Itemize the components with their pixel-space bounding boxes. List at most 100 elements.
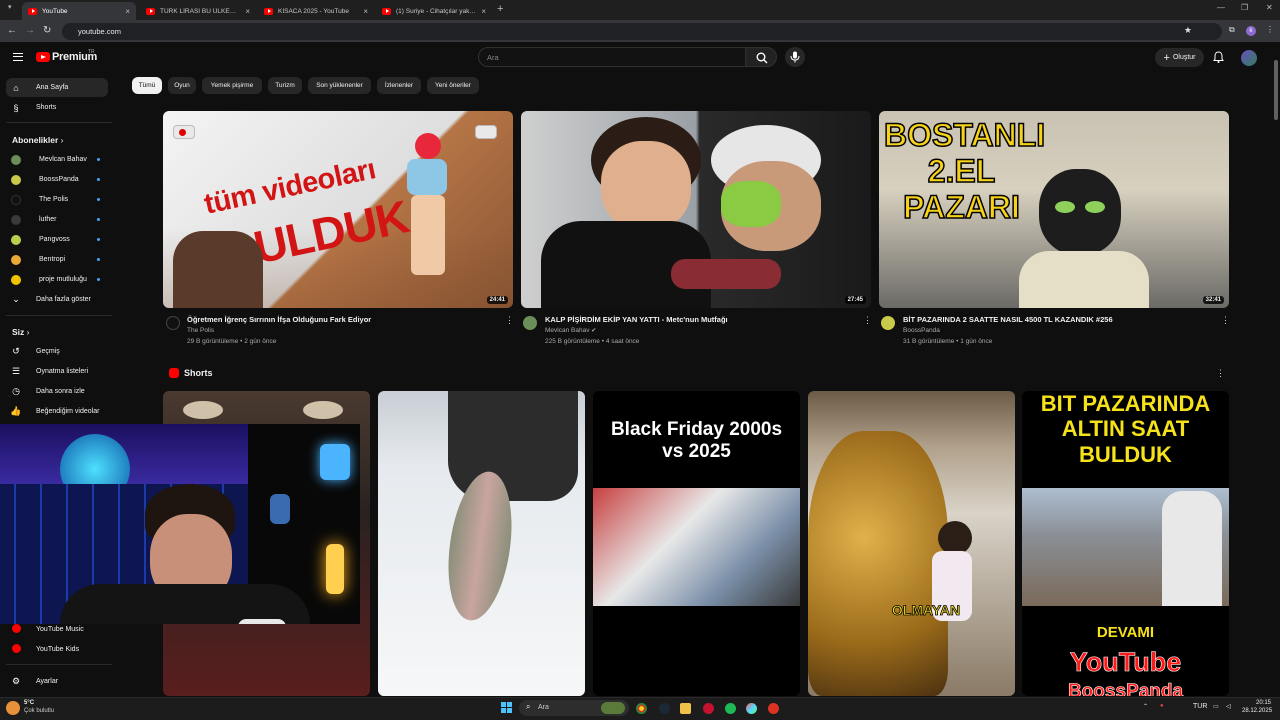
person-figure <box>1019 251 1149 308</box>
channel-name[interactable]: Mevlcan Bahav ✔ <box>545 327 596 334</box>
short-card[interactable]: OLMAYAN <box>808 391 1015 696</box>
tray-app-icon[interactable]: ● <box>1160 703 1164 709</box>
notifications-bell-icon[interactable] <box>1213 51 1224 66</box>
video-title[interactable]: Öğretmen İğrenç Sırrının İfşa Olduğunu F… <box>187 315 371 324</box>
chip-cooking[interactable]: Yemek pişirme <box>202 77 262 94</box>
browser-tab-4[interactable]: (1) Suriye - Cihatçılar yakından × <box>376 2 492 20</box>
new-tab-button[interactable]: + <box>497 3 503 15</box>
channel-avatar[interactable] <box>166 316 180 330</box>
page-scrollbar[interactable] <box>1274 60 1278 120</box>
sidebar-sub-item[interactable]: Pangvoss <box>6 230 108 249</box>
channel-avatar <box>11 194 21 205</box>
browser-tab-3[interactable]: KISACA 2025 - YouTube × <box>258 2 374 20</box>
clock-time[interactable]: 20:15 <box>1256 700 1271 706</box>
short-card[interactable]: BIT PAZARINDA ALTIN SAAT BULDUK DEVAMI Y… <box>1022 391 1229 696</box>
video-thumbnail[interactable]: 27:45 <box>521 111 871 308</box>
bookmark-star-icon[interactable]: ★ <box>1184 25 1192 36</box>
app-icon[interactable] <box>746 703 757 714</box>
thumbnail-text: BOSTANLI <box>883 117 1046 153</box>
close-tab-icon[interactable]: × <box>125 7 130 16</box>
sidebar-item-liked[interactable]: 👍 Beğendiğim videolar <box>6 402 108 421</box>
sidebar-sub-item[interactable]: proje mutluluğu <box>6 270 108 289</box>
language-indicator[interactable]: TUR <box>1193 703 1207 710</box>
channel-avatar <box>11 234 21 245</box>
youtube-favicon-icon <box>264 7 273 15</box>
tray-chevron-icon[interactable]: ⌃ <box>1143 703 1148 710</box>
windows-start-icon[interactable] <box>501 702 513 714</box>
chip-recently-uploaded[interactable]: Son yüklenenler <box>308 77 371 94</box>
back-icon[interactable]: ← <box>7 25 17 36</box>
chip-tourism[interactable]: Turizm <box>268 77 302 94</box>
sidebar-sub-item[interactable]: The Polis <box>6 190 108 209</box>
close-tab-icon[interactable]: × <box>363 7 368 16</box>
browser-tab-youtube[interactable]: YouTube × <box>22 2 136 20</box>
steam-icon[interactable] <box>659 703 670 714</box>
sidebar-sub-item[interactable]: Mevlcan Bahav <box>6 150 108 169</box>
video-title[interactable]: KALP PİŞİRDİM EKİP YAN YATTI - Metc'nun … <box>545 315 728 324</box>
weather-icon[interactable] <box>6 701 20 715</box>
sidebar-item-settings[interactable]: ⚙ Ayarlar <box>6 672 108 691</box>
subscriptions-heading[interactable]: Abonelikler › <box>12 135 64 145</box>
close-tab-icon[interactable]: × <box>481 7 486 16</box>
tab-search-icon[interactable]: ▾ <box>8 3 12 11</box>
voice-search-button[interactable] <box>785 47 805 67</box>
minimize-icon[interactable]: — <box>1217 3 1225 12</box>
sidebar-item-history[interactable]: ↺ Geçmiş <box>6 342 108 361</box>
menu-hamburger-icon[interactable] <box>13 53 23 61</box>
channel-avatar[interactable] <box>523 316 537 330</box>
short-card[interactable]: Black Friday 2000s vs 2025 <box>593 391 800 696</box>
close-window-icon[interactable]: ✕ <box>1266 3 1273 12</box>
search-input[interactable]: Ara <box>478 47 746 67</box>
more-options-icon[interactable]: ⋮ <box>1221 315 1230 326</box>
file-explorer-icon[interactable] <box>680 703 691 714</box>
address-bar[interactable]: youtube.com ★ <box>62 23 1222 40</box>
video-thumbnail[interactable]: tüm videoları BULDUK. 24:41 <box>163 111 513 308</box>
clock-date[interactable]: 28.12.2025 <box>1242 708 1272 714</box>
browser-menu-icon[interactable]: ⋮ <box>1266 25 1274 34</box>
person-figure <box>411 195 445 275</box>
chip-new-to-you[interactable]: Yeni öneriler <box>427 77 479 94</box>
show-more-button[interactable]: ⌄ Daha fazla göster <box>6 290 108 309</box>
short-card[interactable] <box>378 391 585 696</box>
reload-icon[interactable]: ↻ <box>43 25 51 36</box>
sidebar-item-home[interactable]: ⌂ Ana Sayfa <box>6 78 108 97</box>
more-options-icon[interactable]: ⋮ <box>505 315 514 326</box>
sidebar-item-watch-later[interactable]: ◷ Daha sonra izle <box>6 382 108 401</box>
chrome-icon[interactable] <box>636 703 647 714</box>
browser-profile-avatar[interactable]: k <box>1246 26 1256 36</box>
channel-name[interactable]: BoossPanda <box>903 327 940 334</box>
account-avatar[interactable] <box>1241 50 1257 66</box>
app-icon[interactable] <box>768 703 779 714</box>
sidebar-item-label: Daha fazla göster <box>36 296 91 303</box>
browser-tab-2[interactable]: TÜRK LİRASI BU ÜLKEDE ÇOK D × <box>140 2 256 20</box>
sidebar-sub-item[interactable]: Bentropi <box>6 250 108 269</box>
youtube-logo-icon[interactable] <box>36 52 50 62</box>
maximize-icon[interactable]: ❐ <box>1241 3 1248 12</box>
spotify-icon[interactable] <box>725 703 736 714</box>
you-heading[interactable]: Siz › <box>12 327 30 337</box>
create-button[interactable]: + Oluştur <box>1155 48 1204 67</box>
sidebar-sub-item[interactable]: BoossPanda <box>6 170 108 189</box>
chip-gaming[interactable]: Oyun <box>168 77 196 94</box>
taskbar-search-box[interactable]: ⌕ Ara <box>519 700 629 716</box>
opera-icon[interactable] <box>703 703 714 714</box>
search-button[interactable] <box>745 47 777 67</box>
video-thumbnail[interactable]: BOSTANLI 2.EL PAZARI 32:41 <box>879 111 1229 308</box>
sidebar-item-playlists[interactable]: ☰ Oynatma listeleri <box>6 362 108 381</box>
weather-temp[interactable]: 5°C <box>24 700 34 706</box>
channel-name[interactable]: The Polis <box>187 327 214 334</box>
chip-watched[interactable]: İzlenenler <box>377 77 421 94</box>
extensions-icon[interactable]: ⧉ <box>1229 25 1235 35</box>
chip-all[interactable]: Tümü <box>132 77 162 94</box>
more-options-icon[interactable]: ⋮ <box>863 315 872 326</box>
channel-avatar[interactable] <box>881 316 895 330</box>
network-icon[interactable]: ▭ <box>1213 703 1219 710</box>
video-title[interactable]: BİT PAZARINDA 2 SAATTE NASIL 4500 TL KAZ… <box>903 315 1113 324</box>
shorts-more-options-icon[interactable]: ⋮ <box>1216 368 1225 379</box>
sidebar-item-youtube-kids[interactable]: YouTube Kids <box>6 640 108 659</box>
sidebar-sub-item[interactable]: luther <box>6 210 108 229</box>
volume-icon[interactable]: ◁ <box>1226 703 1231 710</box>
forward-icon[interactable]: → <box>25 25 35 36</box>
close-tab-icon[interactable]: × <box>245 7 250 16</box>
sidebar-item-shorts[interactable]: § Shorts <box>6 98 108 117</box>
